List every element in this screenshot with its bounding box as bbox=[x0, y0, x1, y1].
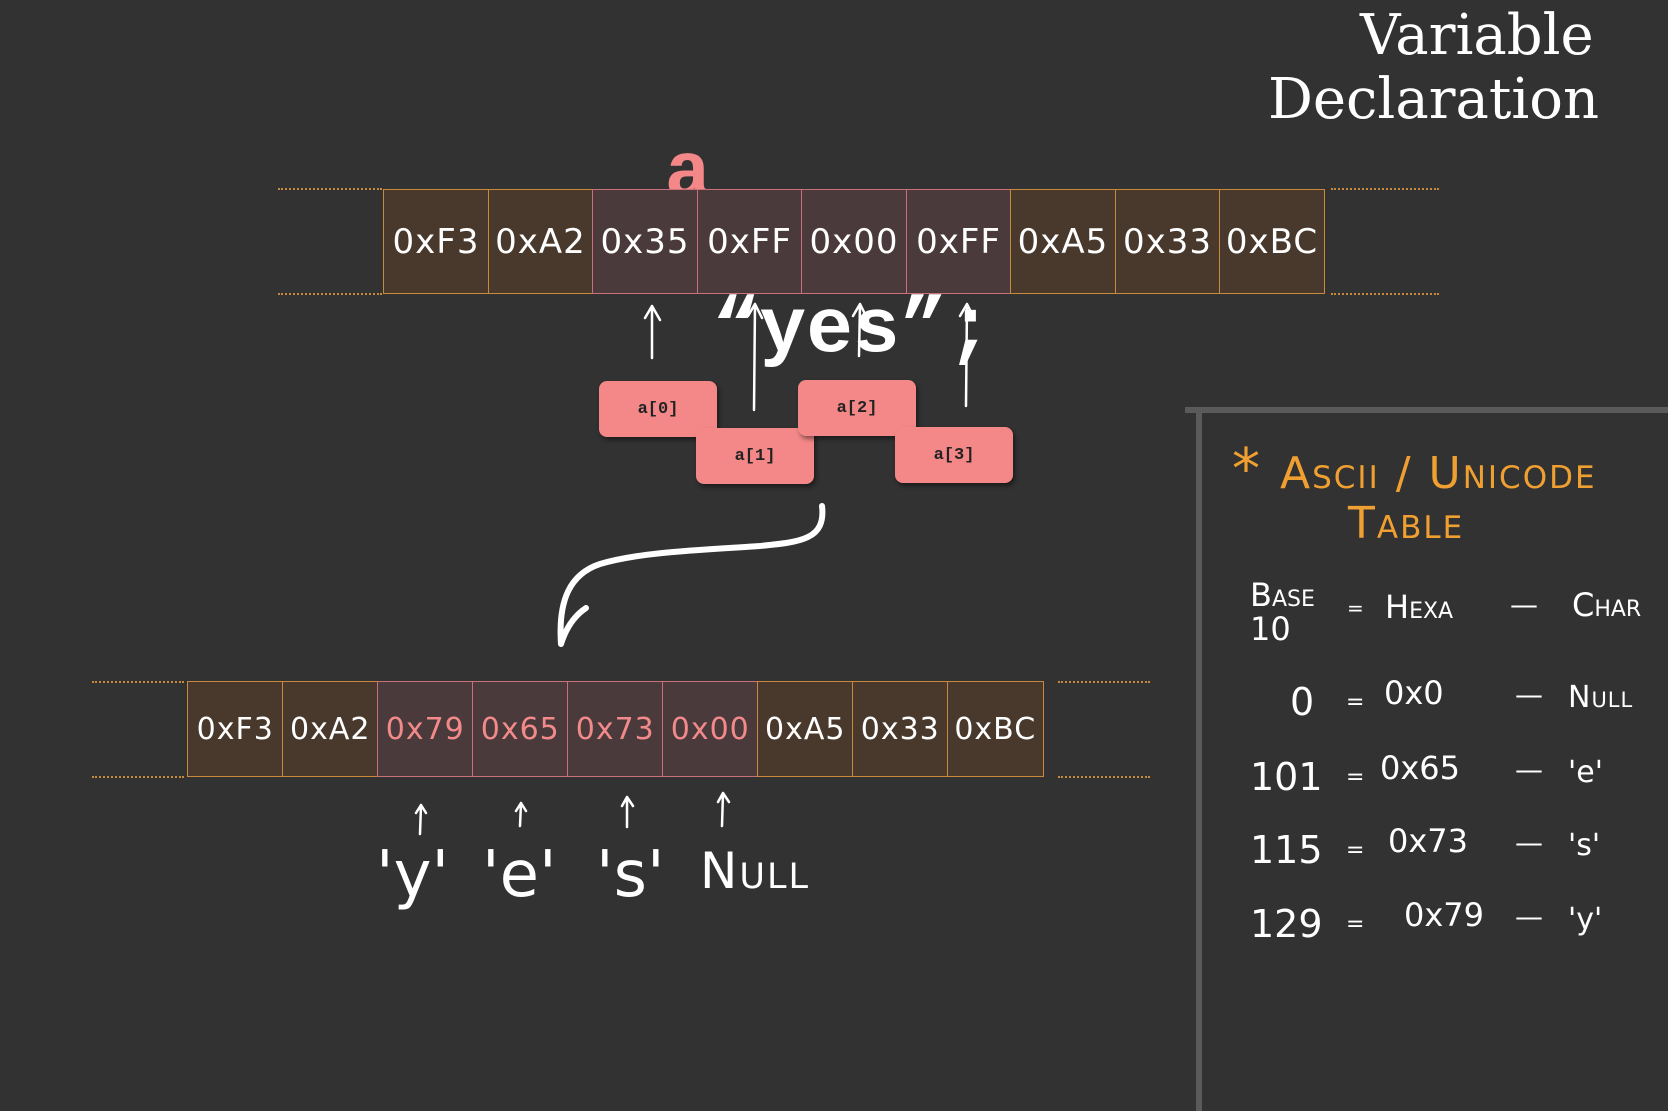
memory-row-top: 0xF3 0xA2 0x35 0xFF 0x00 0xFF 0xA5 0x33 0xBC bbox=[383, 189, 1325, 294]
memory-bottom-cell-2: 0x79 bbox=[377, 681, 474, 777]
header-eq: = bbox=[1347, 596, 1364, 620]
header-hexa: Hexa bbox=[1385, 588, 1454, 626]
char-arrow-null bbox=[716, 791, 731, 828]
char-label-s: 's' bbox=[596, 838, 665, 912]
memory-bottom-dots-lower-right bbox=[1058, 776, 1150, 778]
memory-top-cell-7: 0x33 bbox=[1114, 189, 1221, 294]
memory-bottom-dots-upper-right bbox=[1058, 681, 1150, 683]
ascii-row-3-dash: — bbox=[1515, 900, 1543, 933]
ascii-row-1-eq: = bbox=[1346, 765, 1365, 790]
ascii-row-3-hex: 0x79 bbox=[1404, 896, 1485, 934]
memory-bottom-cell-7: 0x33 bbox=[852, 681, 949, 777]
memory-bottom-cell-3: 0x65 bbox=[472, 681, 569, 777]
memory-bottom-cell-6: 0xA5 bbox=[757, 681, 854, 777]
ascii-title-line2: Table bbox=[1348, 498, 1465, 549]
curve-arrow bbox=[557, 503, 826, 647]
ascii-row-1-dec: 101 bbox=[1250, 755, 1323, 799]
char-label-e: 'e' bbox=[482, 838, 557, 912]
ascii-row-1-char: 'e' bbox=[1568, 755, 1603, 790]
ascii-row-2-eq: = bbox=[1346, 838, 1365, 863]
ascii-row-2-hex: 0x73 bbox=[1388, 822, 1469, 860]
ascii-row-3-char: 'y' bbox=[1568, 902, 1603, 937]
ascii-row-3-eq: = bbox=[1346, 912, 1365, 937]
memory-top-dots-upper-left bbox=[278, 188, 382, 190]
code-value: “yes”; bbox=[712, 287, 994, 375]
ascii-title-line1: Ascii / Unicode bbox=[1280, 448, 1597, 499]
memory-bottom-cell-1: 0xA2 bbox=[282, 681, 379, 777]
char-arrow-e bbox=[514, 801, 528, 828]
char-label-null: Null bbox=[700, 842, 811, 900]
ascii-panel-top-border bbox=[1185, 407, 1668, 413]
label-a3: a[3] bbox=[895, 427, 1013, 483]
memory-top-cell-4: 0x00 bbox=[801, 189, 907, 294]
memory-bottom-cell-5: 0x00 bbox=[662, 681, 759, 777]
ascii-row-1-hex: 0x65 bbox=[1380, 749, 1461, 787]
memory-bottom-cell-0: 0xF3 bbox=[187, 681, 284, 777]
ascii-row-2-dash: — bbox=[1515, 826, 1543, 859]
memory-top-cell-3: 0xFF bbox=[696, 189, 803, 294]
header-char: Char bbox=[1572, 586, 1642, 624]
memory-row-bottom: 0xF3 0xA2 0x79 0x65 0x73 0x00 0xA5 0x33 0xBC bbox=[187, 681, 1044, 777]
ascii-row-3-dec: 129 bbox=[1250, 902, 1323, 946]
ascii-row-0-dec: 0 bbox=[1290, 680, 1315, 724]
memory-bottom-dots-lower-left bbox=[92, 776, 184, 778]
memory-bottom-cell-8: 0xBC bbox=[947, 681, 1044, 777]
memory-top-cell-1: 0xA2 bbox=[487, 189, 594, 294]
ascii-table-title: * Ascii / Unicode bbox=[1232, 442, 1597, 502]
memory-top-cell-5: 0xFF bbox=[905, 189, 1012, 294]
header-base10: Base 10 bbox=[1250, 576, 1315, 648]
ascii-row-0-eq: = bbox=[1346, 690, 1365, 715]
asterisk-icon: * bbox=[1232, 437, 1262, 502]
header-dash: — bbox=[1510, 588, 1538, 621]
memory-top-dots-upper-right bbox=[1331, 188, 1439, 190]
corner-title-line2: Declaration bbox=[1268, 67, 1600, 132]
memory-bottom-dots-upper-left bbox=[92, 681, 184, 683]
corner-title-line1: Variable bbox=[1360, 3, 1594, 68]
memory-top-cell-6: 0xA5 bbox=[1010, 189, 1116, 294]
memory-top-cell-2: 0x35 bbox=[592, 189, 698, 294]
memory-top-cell-0: 0xF3 bbox=[383, 189, 489, 294]
char-arrow-s bbox=[620, 795, 635, 829]
memory-top-dots-lower-left bbox=[278, 293, 382, 295]
memory-top-dots-lower-right bbox=[1331, 293, 1439, 295]
memory-bottom-cell-4: 0x73 bbox=[567, 681, 664, 777]
ascii-row-2-dec: 115 bbox=[1250, 828, 1323, 872]
ascii-row-0-dash: — bbox=[1515, 678, 1543, 711]
ascii-row-1-dash: — bbox=[1515, 753, 1543, 786]
memory-top-cell-8: 0xBC bbox=[1219, 189, 1325, 294]
ascii-panel-left-border bbox=[1196, 407, 1202, 1111]
char-arrow-y bbox=[414, 803, 428, 836]
ascii-row-2-char: 's' bbox=[1568, 828, 1601, 863]
corner-title: Variable Declaration bbox=[1268, 4, 1648, 132]
label-a1: a[1] bbox=[696, 428, 814, 484]
ascii-row-0-hex: 0x0 bbox=[1384, 674, 1444, 712]
char-label-y: 'y' bbox=[376, 838, 450, 912]
ascii-row-0-char: Null bbox=[1568, 680, 1634, 715]
